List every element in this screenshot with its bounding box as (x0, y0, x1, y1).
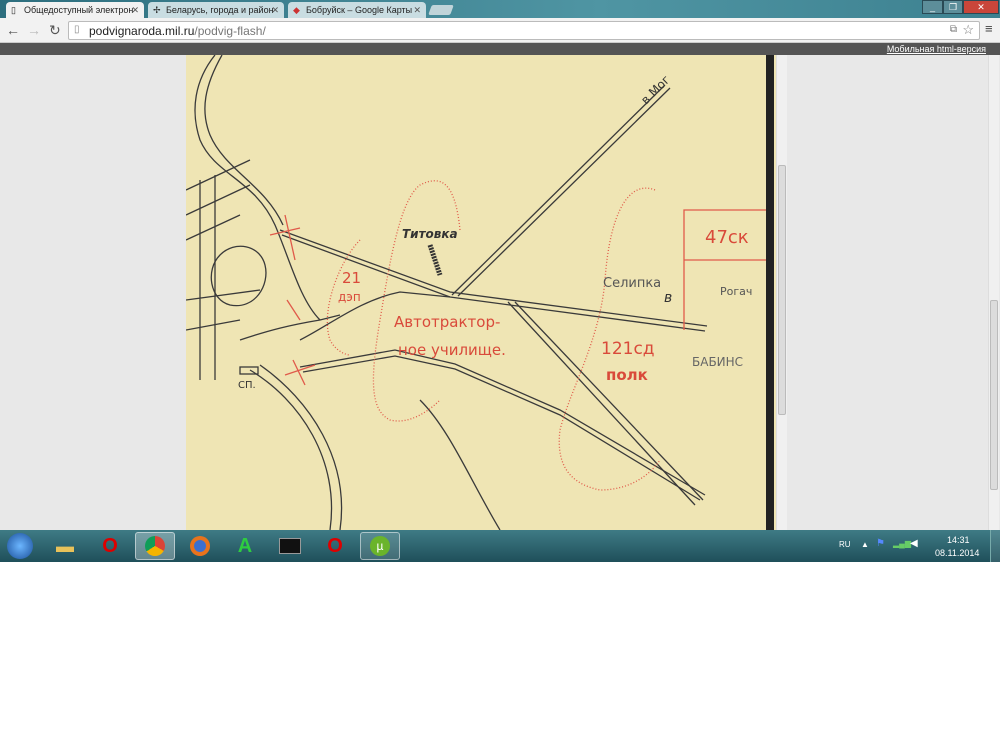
river-bank (194, 55, 321, 321)
map-scrollbar[interactable] (776, 55, 787, 530)
tab-title: Общедоступный электрон (24, 5, 134, 15)
label-school-1: Автотрактор- (394, 313, 500, 331)
volume-icon[interactable]: ◀ (910, 538, 918, 549)
taskbar-opera[interactable]: O (90, 532, 130, 560)
label-school-2: ное училище. (398, 341, 506, 359)
taskbar-explorer[interactable]: ▬ (45, 532, 85, 560)
label-47ck: 47ск (705, 227, 749, 248)
label-babino: БАБИНС (692, 355, 743, 369)
show-hidden-icons[interactable]: ▲ (861, 540, 869, 549)
menu-icon[interactable]: ≡ (985, 21, 993, 36)
tab-title: Беларусь, города и район (166, 5, 274, 15)
network-icon[interactable]: ▂▄▆ (893, 539, 911, 548)
taskbar-monitor[interactable] (270, 532, 310, 560)
label-titovka: Титовка (402, 227, 458, 241)
tab-belarus[interactable]: ✢ Беларусь, города и район ✕ (148, 2, 284, 18)
page-icon: ▯ (74, 24, 80, 35)
taskbar-utorrent[interactable]: µ (360, 532, 400, 560)
close-tab-icon[interactable]: ✕ (131, 2, 139, 18)
browser-toolbar: ← → ↻ ▯ podvignaroda.mil.ru/podvig-flash… (0, 18, 1000, 43)
translate-icon[interactable]: ⧉ (950, 24, 957, 35)
clock-date[interactable]: 08.11.2014 (935, 548, 979, 558)
chrome-icon (145, 536, 165, 556)
label-dep: дэп (338, 290, 361, 304)
minimize-button[interactable]: _ (922, 0, 943, 14)
page-content: в Мог Титовка 21 дэп Автотрактор- ное уч… (0, 55, 1000, 530)
new-tab-button[interactable] (428, 5, 454, 15)
cross-icon: ✢ (153, 5, 161, 15)
label-21: 21 (342, 269, 361, 287)
label-121sd: 121сд (601, 339, 655, 359)
windows-taskbar: ▬ O A O µ RU ▲ ⚑ ▂▄▆ ◀ 14:31 08.11.2014 (0, 530, 1000, 562)
url-host: podvignaroda.mil.ru (89, 24, 195, 38)
back-button[interactable]: ← (6, 22, 20, 38)
language-indicator[interactable]: RU (839, 540, 851, 549)
close-window-button[interactable]: ✕ (963, 0, 999, 14)
url-path: /podvig-flash/ (194, 24, 266, 38)
defense-line-1 (372, 180, 461, 422)
mobile-version-link[interactable]: Мобильная html-версия (887, 43, 986, 55)
bookmark-star-icon[interactable]: ☆ (962, 22, 974, 38)
close-tab-icon[interactable]: ✕ (413, 2, 421, 18)
show-desktop-button[interactable] (990, 530, 1000, 562)
browser-titlebar: ▯ Общедоступный электрон ✕ ✢ Беларусь, г… (0, 0, 1000, 18)
google-maps-icon: ◆ (293, 5, 300, 15)
address-bar[interactable]: ▯ podvignaroda.mil.ru/podvig-flash/ ⧉ ☆ (68, 21, 980, 40)
forward-button[interactable]: → (27, 22, 41, 38)
clock-time[interactable]: 14:31 (947, 535, 970, 545)
page-icon: ▯ (11, 5, 16, 15)
utorrent-icon: µ (370, 536, 390, 556)
label-sp: СП. (238, 380, 256, 391)
opera-icon: O (327, 534, 343, 557)
taskbar-app-a[interactable]: A (225, 532, 265, 560)
restore-button[interactable]: ❐ (943, 0, 963, 14)
action-center-flag-icon[interactable]: ⚑ (876, 538, 885, 549)
lake (210, 245, 267, 307)
page-scrollbar[interactable] (988, 55, 999, 530)
taskbar-opera-2[interactable]: O (315, 532, 355, 560)
start-button[interactable] (2, 532, 38, 560)
close-tab-icon[interactable]: ✕ (271, 2, 279, 18)
tab-google-maps[interactable]: ◆ Бобруйск – Google Карты ✕ (288, 2, 426, 18)
reload-button[interactable]: ↻ (49, 22, 61, 38)
archive-map-image[interactable]: в Мог Титовка 21 дэп Автотрактор- ное уч… (186, 55, 776, 530)
tab-title: Бобруйск – Google Карты (306, 5, 413, 15)
windows-logo-icon (7, 533, 33, 559)
label-v: в (664, 290, 672, 306)
folder-icon: ▬ (56, 535, 74, 556)
taskbar-chrome[interactable] (135, 532, 175, 560)
label-selipka: Селипка (603, 276, 661, 291)
label-polk: полк (606, 366, 648, 384)
label-rogachev: Рогач (720, 285, 752, 298)
tab-podvig[interactable]: ▯ Общедоступный электрон ✕ (6, 2, 144, 18)
site-topbar: Мобильная html-версия (0, 43, 1000, 55)
firefox-icon (190, 536, 210, 556)
opera-icon: O (102, 534, 118, 557)
monitor-icon (279, 538, 301, 554)
taskbar-firefox[interactable] (180, 532, 220, 560)
railway (507, 301, 704, 506)
green-a-icon: A (237, 534, 253, 557)
